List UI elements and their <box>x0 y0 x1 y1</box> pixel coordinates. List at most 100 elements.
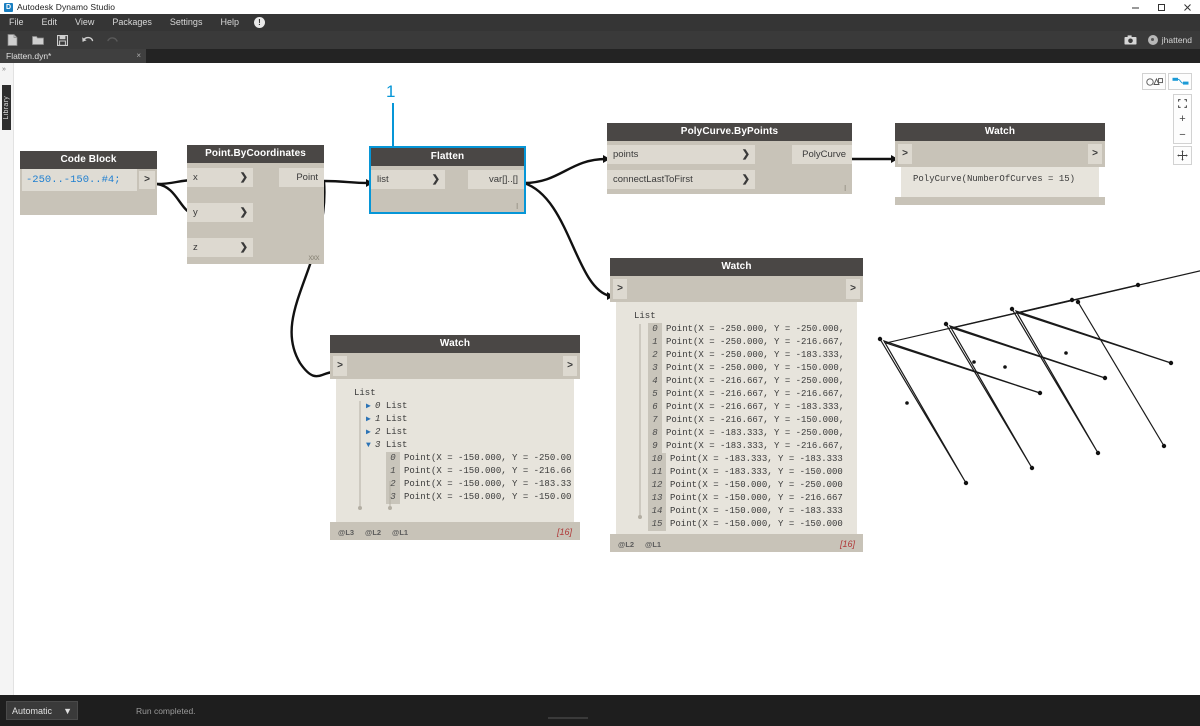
zoom-in-button[interactable]: + <box>1174 111 1191 127</box>
lacing-indicator[interactable]: xxx <box>309 253 320 262</box>
input-port-list[interactable]: list ❯ <box>371 170 445 189</box>
watch-footer: @L3 @L2 @L1 [16] <box>330 522 580 540</box>
new-file-icon[interactable] <box>0 31 25 49</box>
chevron-right-icon: ❯ <box>432 174 440 185</box>
tab-label: Flatten.dyn* <box>6 51 51 61</box>
menu-item-help[interactable]: Help <box>211 14 248 31</box>
code-block-input[interactable]: -250..-150..#4; <box>22 169 137 191</box>
output-port[interactable]: > <box>563 356 577 376</box>
watch-footer <box>895 197 1105 205</box>
port-label: list <box>377 174 389 185</box>
window-controls <box>1122 0 1200 14</box>
output-port[interactable]: > <box>1088 144 1102 164</box>
menu-bar: File Edit View Packages Settings Help ! <box>0 14 1200 31</box>
tab-bar-filler <box>146 49 1200 63</box>
view-toggle-group <box>1142 73 1192 90</box>
menu-item-view[interactable]: View <box>66 14 103 31</box>
watch-footer: @L2 @L1 [16] <box>610 534 863 552</box>
graph-view-icon[interactable] <box>1168 73 1192 90</box>
chevron-right-icon: ❯ <box>240 207 248 218</box>
output-port[interactable]: > <box>846 279 860 299</box>
port-label: z <box>193 242 198 253</box>
node-point-bycoordinates[interactable]: Point.ByCoordinates x ❯ y ❯ z ❯ Point xx… <box>187 145 324 264</box>
fit-to-screen-icon[interactable] <box>1174 95 1191 111</box>
menu-item-edit[interactable]: Edit <box>33 14 67 31</box>
undo-icon[interactable] <box>75 31 100 49</box>
status-bar: Automatic ▼ Run completed. <box>0 695 1200 726</box>
graph-canvas[interactable]: » Library <box>0 63 1200 695</box>
input-port[interactable]: > <box>613 279 627 299</box>
node-title: Watch <box>895 123 1105 141</box>
node-body[interactable]: -250..-150..#4; > <box>20 169 157 215</box>
maximize-icon[interactable] <box>1148 0 1174 14</box>
node-title: Flatten <box>371 148 524 166</box>
input-port-connectlasttofirst[interactable]: connectLastToFirst ❯ <box>607 170 755 189</box>
user-name: jhattend <box>1162 35 1192 45</box>
node-body[interactable]: points ❯ connectLastToFirst ❯ PolyCurve … <box>607 141 852 194</box>
node-body[interactable]: x ❯ y ❯ z ❯ Point xxx <box>187 163 324 264</box>
node-watch-nested[interactable]: Watch > > List ▶0 List ▶1 List ▶2 List <box>330 335 580 540</box>
main-toolbar: jhattend <box>0 31 1200 49</box>
lacing-indicator[interactable]: l <box>844 184 846 193</box>
title-bar: D Autodesk Dynamo Studio <box>0 0 1200 14</box>
document-tab-bar: Flatten.dyn* × <box>0 49 1200 63</box>
node-polycurve-bypoints[interactable]: PolyCurve.ByPoints points ❯ connectLastT… <box>607 123 852 194</box>
node-flatten[interactable]: Flatten list ❯ var[]..[] l <box>371 148 524 212</box>
node-title: Point.ByCoordinates <box>187 145 324 163</box>
geometry-view-icon[interactable] <box>1142 73 1166 90</box>
run-mode-value: Automatic <box>12 706 52 716</box>
tab-close-icon[interactable]: × <box>136 51 141 61</box>
level-badge-l2[interactable]: @L2 <box>618 540 634 549</box>
input-port[interactable]: > <box>898 144 912 164</box>
user-account[interactable]: jhattend <box>1148 35 1192 45</box>
minimize-icon[interactable] <box>1122 0 1148 14</box>
library-panel-collapsed[interactable]: » Library <box>0 63 14 695</box>
tree-guides <box>616 302 857 532</box>
tree-guides <box>336 379 574 519</box>
pan-icon[interactable] <box>1173 146 1192 165</box>
output-port-polycurve[interactable]: PolyCurve <box>792 145 852 164</box>
node-body[interactable]: list ❯ var[]..[] l <box>371 166 524 212</box>
save-file-icon[interactable] <box>50 31 75 49</box>
library-tab[interactable]: Library <box>2 85 11 130</box>
level-badge-l1[interactable]: @L1 <box>645 540 661 549</box>
chevron-right-icon: ❯ <box>742 174 750 185</box>
input-port-z[interactable]: z ❯ <box>187 238 253 257</box>
notification-icon[interactable]: ! <box>254 17 265 28</box>
app-title: Autodesk Dynamo Studio <box>17 2 115 12</box>
run-mode-select[interactable]: Automatic ▼ <box>6 701 78 720</box>
tab-flatten-dyn[interactable]: Flatten.dyn* × <box>0 49 146 63</box>
port-label: x <box>193 172 198 183</box>
open-file-icon[interactable] <box>25 31 50 49</box>
level-badge-l1[interactable]: @L1 <box>392 528 408 537</box>
menu-item-file[interactable]: File <box>0 14 33 31</box>
input-port-points[interactable]: points ❯ <box>607 145 755 164</box>
menu-item-packages[interactable]: Packages <box>103 14 161 31</box>
menu-item-settings[interactable]: Settings <box>161 14 212 31</box>
watch-content[interactable]: List 0Point(X = -250.000, Y = -250.000,1… <box>616 302 857 534</box>
node-watch-flat[interactable]: Watch > > List 0Point(X = -250.000, Y = … <box>610 258 863 552</box>
zoom-controls: + − <box>1173 94 1192 144</box>
camera-icon[interactable] <box>1124 31 1138 49</box>
library-expand-icon[interactable]: » <box>2 66 6 73</box>
avatar-icon <box>1148 35 1158 45</box>
input-port-y[interactable]: y ❯ <box>187 203 253 222</box>
watch-content[interactable]: List ▶0 List ▶1 List ▶2 List ▼3 List 0Po… <box>336 379 574 522</box>
chevron-right-icon: ❯ <box>742 149 750 160</box>
level-badge-l2[interactable]: @L2 <box>365 528 381 537</box>
input-port[interactable]: > <box>333 356 347 376</box>
code-block-output-port[interactable]: > <box>139 171 155 189</box>
watch-content[interactable]: PolyCurve(NumberOfCurves = 15) <box>901 167 1099 197</box>
output-port-var[interactable]: var[]..[] <box>468 170 524 189</box>
lacing-indicator[interactable]: l <box>516 202 518 211</box>
level-badge-l3[interactable]: @L3 <box>338 528 354 537</box>
port-label: connectLastToFirst <box>613 174 693 185</box>
zoom-out-button[interactable]: − <box>1174 127 1191 143</box>
node-watch-polycurve[interactable]: Watch > > PolyCurve(NumberOfCurves = 15) <box>895 123 1105 205</box>
redo-icon <box>100 31 125 49</box>
input-port-x[interactable]: x ❯ <box>187 168 253 187</box>
close-icon[interactable] <box>1174 0 1200 14</box>
node-code-block[interactable]: Code Block -250..-150..#4; > <box>20 151 157 215</box>
chevron-right-icon: ❯ <box>240 242 248 253</box>
output-port-point[interactable]: Point <box>279 168 324 187</box>
